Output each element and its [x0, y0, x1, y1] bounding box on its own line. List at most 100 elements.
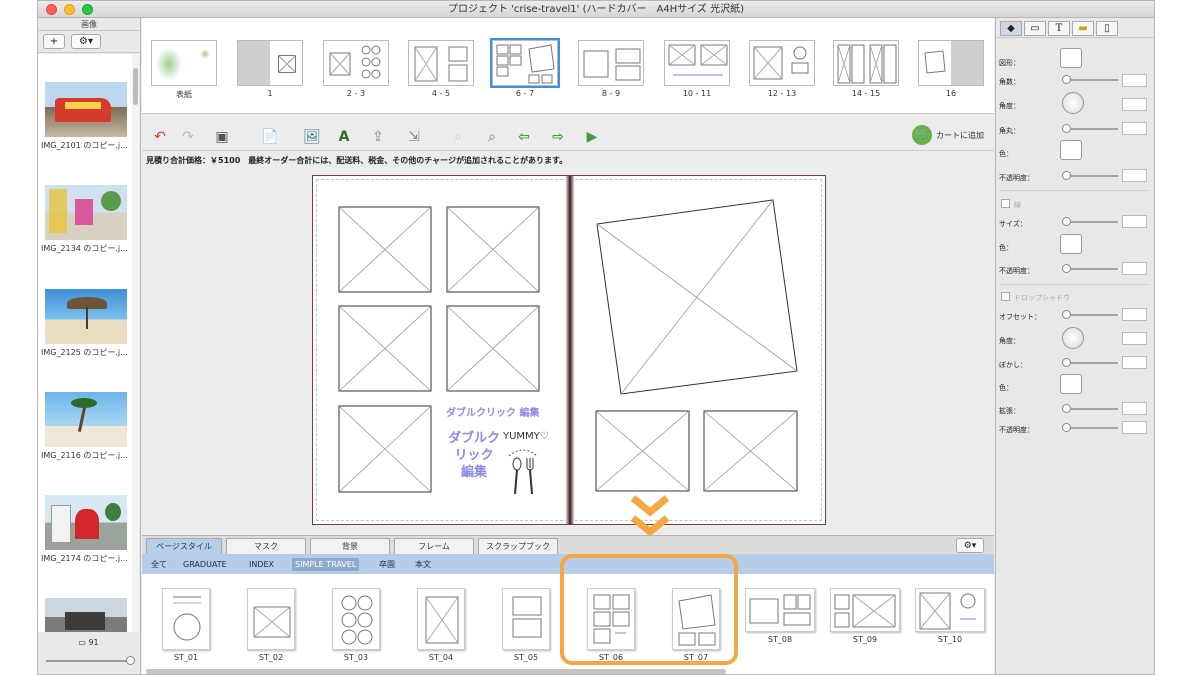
size-knob[interactable] — [1062, 217, 1071, 226]
border-opacity-knob[interactable] — [1062, 264, 1071, 273]
border-checkbox[interactable] — [1001, 199, 1010, 208]
border-color-swatch[interactable] — [1060, 234, 1082, 254]
size-field[interactable] — [1122, 215, 1147, 228]
page-thumb-1[interactable]: 1 — [237, 40, 303, 98]
export-icon[interactable]: ⇲ — [404, 127, 424, 147]
image-thumbnail[interactable]: IMG_2174 のコピー.j... — [41, 495, 127, 564]
tab-frame[interactable]: フレーム — [394, 538, 474, 554]
shadow-opacity-knob[interactable] — [1062, 423, 1071, 432]
category-graduate[interactable]: GRADUATE — [180, 558, 230, 571]
undo-icon[interactable]: ↶ — [150, 127, 170, 147]
thumbnail-size-slider[interactable] — [46, 656, 135, 665]
blur-field[interactable] — [1122, 356, 1147, 369]
shadow-color-swatch[interactable] — [1060, 374, 1082, 394]
shadow-checkbox[interactable] — [1001, 292, 1010, 301]
zoom-out-icon[interactable]: ⌕ — [448, 127, 468, 147]
image-thumbnail[interactable]: IMG_2125 のコピー.j... — [41, 289, 127, 358]
angles-knob[interactable] — [1062, 75, 1071, 84]
zoom-button[interactable] — [82, 4, 93, 15]
text-tab-icon[interactable]: T — [1048, 21, 1070, 36]
category-body[interactable]: 本文 — [412, 558, 434, 571]
image-thumbnail[interactable]: IMG_2134 のコピー.j... — [41, 185, 127, 254]
page-thumb-16[interactable]: 16 — [918, 40, 984, 98]
page-spread[interactable]: ダブルクリック 編集 ダブルク リック 編集 YUMMY♡ — [312, 175, 826, 525]
fill-color-swatch[interactable] — [1060, 140, 1082, 160]
page-thumb-2-3[interactable]: 2 - 3 — [323, 40, 389, 98]
opacity-field[interactable] — [1122, 169, 1147, 182]
image-gear-menu[interactable]: ⚙▾ — [71, 34, 101, 49]
frame-tab-icon[interactable]: ▭ — [1024, 21, 1046, 36]
tab-scrapbook[interactable]: スクラップブック — [478, 538, 558, 554]
page-thumb-14-15[interactable]: 14 - 15 — [833, 40, 899, 98]
add-text-icon[interactable]: A — [334, 127, 354, 147]
style-item[interactable]: ST_05 — [502, 588, 550, 662]
tab-page-style[interactable]: ページスタイル — [146, 538, 222, 554]
page-thumb-12-13[interactable]: 12 - 13 — [749, 40, 815, 98]
shape-picker[interactable] — [1060, 48, 1082, 68]
save-icon[interactable]: ▣ — [212, 127, 232, 147]
preview-play-icon[interactable]: ▶ — [582, 127, 602, 147]
image-thumbnail[interactable]: IMG_2101 のコピー.j... — [41, 82, 127, 151]
page-thumb-cover[interactable]: 表紙 — [151, 40, 217, 100]
price-notice: 見積り合計価格：￥5100 最終オーダー合計には、配送料、税金、その他のチャージ… — [146, 156, 568, 165]
page-thumb-6-7[interactable]: 6 - 7 — [490, 38, 560, 98]
style-item[interactable]: ST_03 — [332, 588, 380, 662]
round-knob[interactable] — [1062, 124, 1071, 133]
offset-knob[interactable] — [1062, 310, 1071, 319]
angle-field[interactable] — [1122, 98, 1147, 111]
edit-hint-text[interactable]: ダブルクリック 編集 — [446, 404, 539, 419]
minimize-button[interactable] — [64, 4, 75, 15]
category-all[interactable]: 全て — [148, 558, 170, 571]
page-thumb-4-5[interactable]: 4 - 5 — [408, 40, 474, 98]
image-thumbnail[interactable] — [45, 598, 127, 632]
prev-page-icon[interactable]: ⇦ — [514, 127, 534, 147]
page-thumb-10-11[interactable]: 10 - 11 — [664, 40, 730, 98]
category-index[interactable]: INDEX — [246, 558, 277, 571]
add-to-cart-button[interactable]: 🛒 カートに追加 — [912, 125, 984, 145]
style-gear-menu[interactable]: ⚙▾ — [956, 538, 984, 553]
spread-label: 拡張： — [999, 407, 1020, 415]
border-opacity-field[interactable] — [1122, 262, 1147, 275]
style-item[interactable]: ST_09 — [830, 588, 900, 644]
zoom-in-icon[interactable]: ⌕ — [482, 127, 502, 147]
category-kindergarten[interactable]: 卒園 — [376, 558, 398, 571]
spread-knob[interactable] — [1062, 404, 1071, 413]
redo-icon[interactable]: ↷ — [178, 127, 198, 147]
angle-dial[interactable] — [1062, 92, 1084, 114]
shape-tab-icon[interactable]: ◆ — [1000, 21, 1022, 36]
add-photo-icon[interactable]: 🖼 — [302, 127, 322, 147]
size-label: サイズ： — [999, 220, 1027, 228]
style-item[interactable]: ST_02 — [247, 588, 295, 662]
shadow-angle-field[interactable] — [1122, 332, 1147, 345]
offset-field[interactable] — [1122, 308, 1147, 321]
image-list-scrollbar[interactable] — [132, 54, 139, 632]
style-item[interactable]: ST_10 — [915, 588, 985, 644]
style-list-scrollbar[interactable] — [146, 669, 726, 674]
slider-knob[interactable] — [126, 656, 135, 665]
ruler-tab-icon[interactable]: ▬ — [1072, 21, 1094, 36]
style-item[interactable]: ST_01 — [162, 588, 210, 662]
spread-canvas: ダブルクリック 編集 ダブルク リック 編集 YUMMY♡ — [142, 166, 994, 549]
page-tab-icon[interactable]: ▯ — [1096, 21, 1118, 36]
close-button[interactable] — [46, 4, 57, 15]
inspector-panel: ◆ ▭ T ▬ ▯ 図形： 角数： 角度： 角丸： 色： 不透明度： 線 サイズ… — [995, 18, 1154, 674]
page-thumb-8-9[interactable]: 8 - 9 — [578, 40, 644, 98]
shadow-angle-dial[interactable] — [1062, 327, 1084, 349]
style-item[interactable]: ST_04 — [417, 588, 465, 662]
next-page-icon[interactable]: ⇨ — [548, 127, 568, 147]
style-item[interactable]: ST_08 — [745, 588, 815, 644]
tab-mask[interactable]: マスク — [226, 538, 306, 554]
tab-background[interactable]: 背景 — [310, 538, 390, 554]
category-simple-travel[interactable]: SIMPLE TRAVEL — [292, 558, 360, 571]
double-click-text[interactable]: ダブルク リック 編集 — [445, 430, 503, 481]
round-field[interactable] — [1122, 122, 1147, 135]
opacity-knob[interactable] — [1062, 171, 1071, 180]
blur-knob[interactable] — [1062, 358, 1071, 367]
add-image-button[interactable]: + — [43, 34, 65, 49]
add-page-icon[interactable]: 📄 — [260, 127, 280, 147]
shadow-opacity-field[interactable] — [1122, 421, 1147, 434]
spread-field[interactable] — [1122, 402, 1147, 415]
image-thumbnail[interactable]: IMG_2116 のコピー.j... — [41, 392, 127, 461]
angles-field[interactable] — [1122, 74, 1147, 87]
import-icon[interactable]: ⇪ — [368, 127, 388, 147]
